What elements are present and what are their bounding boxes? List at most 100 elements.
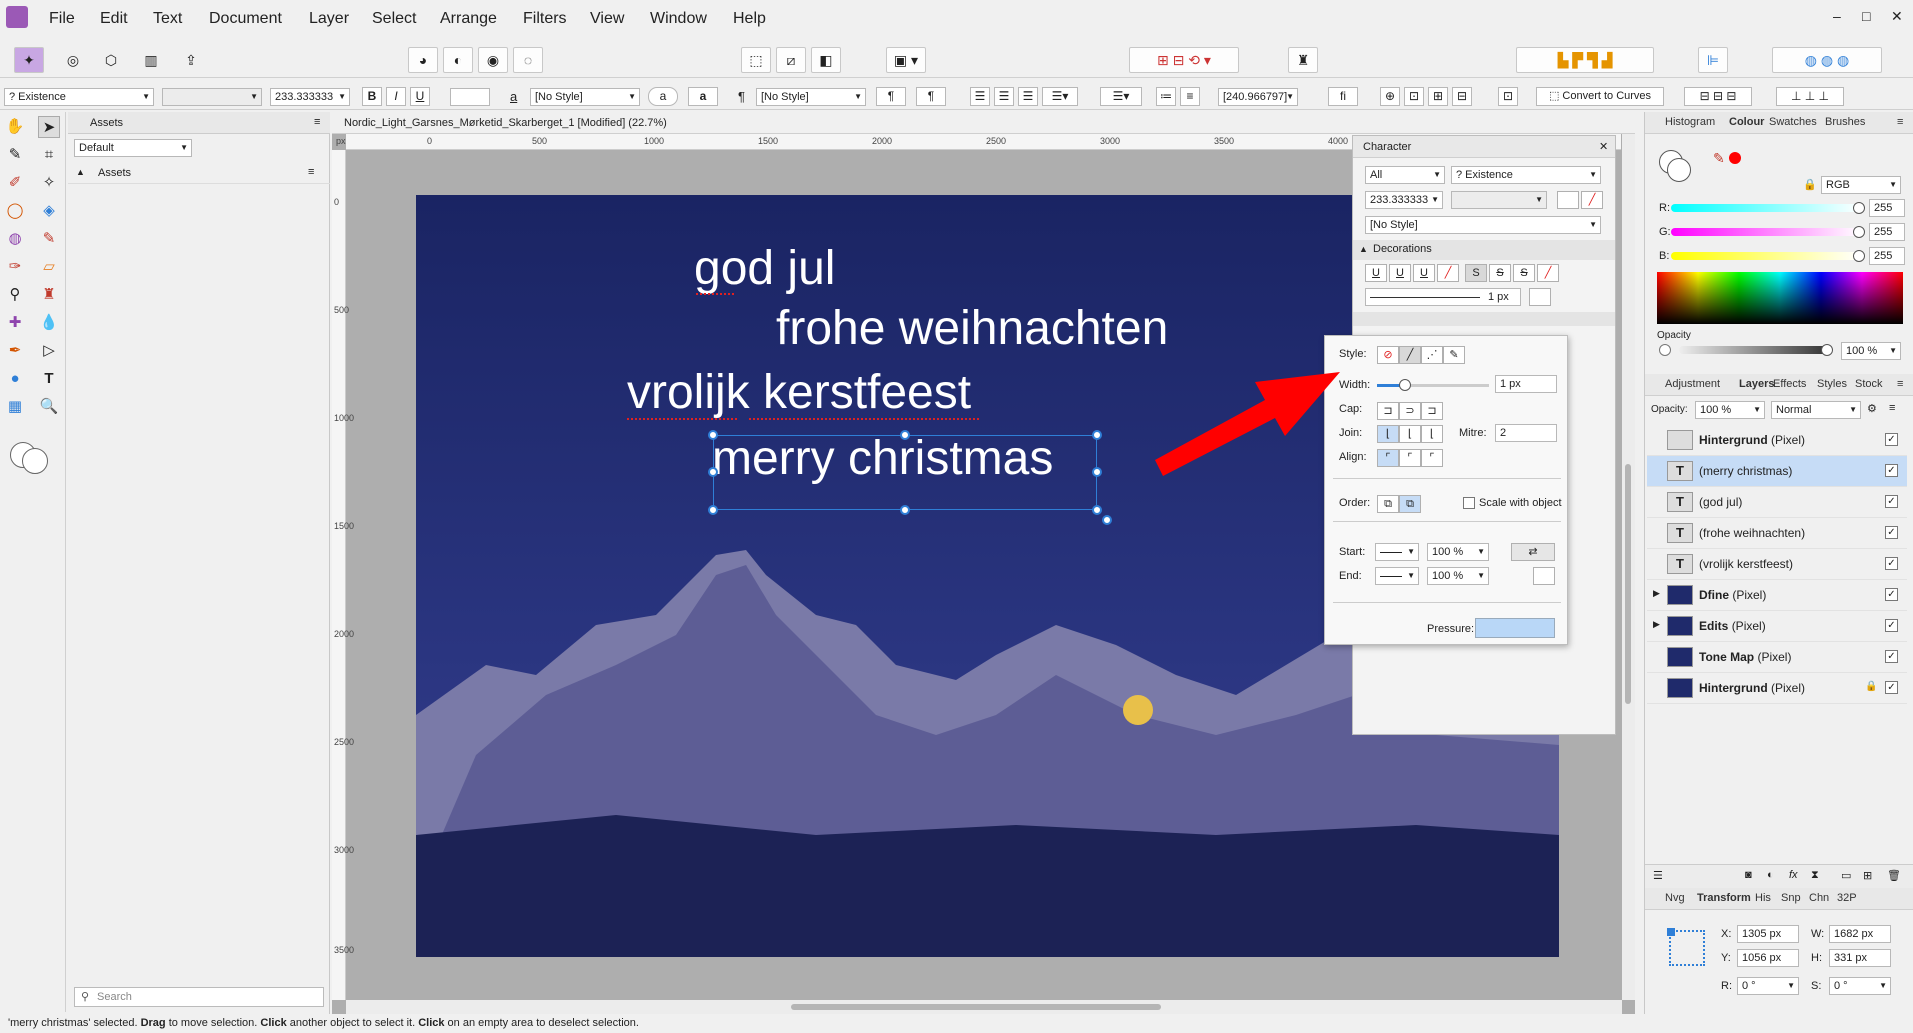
menu-arrange[interactable]: Arrange [440,10,497,28]
arrange-group[interactable]: ▙ ▛ ▜ ▟ [1516,47,1654,73]
strike-double-button[interactable]: S [1489,264,1511,282]
font-size-field[interactable]: 233.333333 ▼ [270,88,350,106]
shear-field[interactable]: 0 ° ▼ [1829,977,1891,995]
decorations-header[interactable]: ▲ Decorations [1353,240,1615,260]
zoom-tool-icon[interactable]: 🔍 [38,396,60,418]
layer-row-god-jul[interactable]: T (god jul) ✓ [1647,487,1907,518]
character-style-dropdown[interactable]: [No Style] ▼ [530,88,640,106]
paragraph-style-dropdown[interactable]: [No Style] ▼ [756,88,866,106]
layer-row-frohe-weihnachten[interactable]: T (frohe weihnachten) ✓ [1647,518,1907,549]
justify-button[interactable]: ☰▾ [1042,87,1078,106]
width-slider-track[interactable] [1377,379,1489,391]
underline-custom-button[interactable]: U [1413,264,1435,282]
tab-transform[interactable]: Transform [1697,892,1751,904]
swap-arrowheads-button[interactable]: ⇄ [1511,543,1555,561]
align-button[interactable]: ⊫ [1698,47,1728,73]
font-family-dropdown[interactable]: ? Existence ▼ [4,88,154,106]
selection-handle[interactable] [708,505,718,515]
auto-colors-button[interactable]: ◉ [478,47,508,73]
auto-white-balance-button[interactable]: ◌ [513,47,543,73]
tab-styles[interactable]: Styles [1817,378,1847,390]
canvas-text-god-jul[interactable]: god jul [694,241,835,296]
strike-single-button[interactable]: S [1465,264,1487,282]
width-slider-knob[interactable] [1399,379,1411,391]
italic-button[interactable]: I [386,87,406,106]
char-fill-swatch[interactable] [1557,191,1579,209]
panel-menu-icon[interactable]: ≡ [1897,116,1903,128]
underline-none-button[interactable]: ╱ [1437,264,1459,282]
paint-brush-tool-icon[interactable]: ✐ [4,172,26,194]
visibility-checkbox[interactable]: ✓ [1885,433,1898,446]
layer-stack-icon[interactable]: ☰ [1653,869,1663,882]
decoration-line-width-field[interactable]: 1 px [1365,288,1521,306]
cap-round-button[interactable]: ⊃ [1399,402,1421,420]
fx-icon[interactable]: fx [1789,869,1798,881]
panel-menu-icon[interactable]: ≡ [314,116,320,128]
color-picker-tool-icon[interactable]: ◍ [4,228,26,250]
expand-arrow-icon[interactable]: ▶ [1653,619,1660,630]
language-dropdown[interactable]: All ▼ [1365,166,1445,184]
color-wells[interactable] [1659,150,1693,184]
tab-channels[interactable]: Chn [1809,892,1829,904]
collapse-icon[interactable]: ▲ [1359,244,1368,254]
photo-persona-button[interactable]: ✦ [14,47,44,73]
y-field[interactable]: 1056 px [1737,949,1799,967]
live-filter-icon[interactable]: ⧗ [1811,869,1819,882]
layer-row-dfine[interactable]: ▶ Dfine (Pixel) ✓ [1647,580,1907,611]
stroke-width-field[interactable]: 1 px [1495,375,1557,393]
color-spectrum[interactable] [1657,272,1903,324]
layer-row-vrolijk-kerstfeest[interactable]: T (vrolijk kerstfeest) ✓ [1647,549,1907,580]
blur-tool-icon[interactable]: 💧 [38,312,60,334]
menu-select[interactable]: Select [372,10,416,28]
char-style-dropdown[interactable]: [No Style] ▼ [1365,216,1601,234]
hand-tool-icon[interactable]: ✋ [4,116,26,138]
auto-levels-button[interactable]: ◕ [408,47,438,73]
snap-button-1[interactable]: ⊕ [1380,87,1400,106]
flood-fill-tool-icon[interactable]: ◈ [38,200,60,222]
invert-selection-button[interactable]: ◧ [811,47,841,73]
tab-32p[interactable]: 32P [1837,892,1857,904]
mask-icon[interactable]: ◙ [1745,869,1752,881]
stroke-none-button[interactable]: ⊘ [1377,346,1399,364]
dodge-tool-icon[interactable]: ✑ [4,256,26,278]
tab-stock[interactable]: Stock [1855,378,1883,390]
layer-row-edits[interactable]: ▶ Edits (Pixel) ✓ [1647,611,1907,642]
stroke-well[interactable] [1667,158,1691,182]
text-fill-swatch[interactable] [450,88,490,106]
h-field[interactable]: 331 px [1829,949,1891,967]
decoration-color-swatch[interactable] [1529,288,1551,306]
horizontal-scrollbar[interactable] [346,1000,1622,1014]
tab-effects[interactable]: Effects [1773,378,1806,390]
pressure-curve-button[interactable] [1475,618,1555,638]
rotation-field[interactable]: 0 ° ▼ [1737,977,1799,995]
maximize-button[interactable]: □ [1862,8,1870,24]
adjustment-icon[interactable]: ◐ [1767,869,1774,881]
strike-custom-button[interactable]: S [1513,264,1535,282]
crop-tool-icon[interactable]: ⌗ [38,144,60,166]
x-field[interactable]: 1305 px [1737,925,1799,943]
layer-row-tone-map[interactable]: Tone Map (Pixel) ✓ [1647,642,1907,673]
trash-icon[interactable]: 🗑 [1887,869,1901,882]
selection-brush-tool-icon[interactable]: ✧ [38,172,60,194]
ligatures-button[interactable]: fi [1328,87,1358,106]
menu-help[interactable]: Help [733,10,766,28]
eraser-tool-icon[interactable]: ▱ [38,256,60,278]
selection-handle[interactable] [708,430,718,440]
anchor-selector[interactable] [1667,928,1705,966]
shape-tool-icon[interactable]: ● [4,368,26,390]
assets-search-input[interactable]: ⚲ Search [74,987,324,1007]
quick-mask-button[interactable]: ▣ ▾ [886,47,926,73]
deselect-button[interactable]: ⧄ [776,47,806,73]
tab-navigator[interactable]: Nvg [1665,892,1685,904]
tab-histogram[interactable]: Histogram [1665,116,1715,128]
visibility-checkbox[interactable]: ✓ [1885,526,1898,539]
tab-history[interactable]: His [1755,892,1771,904]
stroke-color-well[interactable] [22,448,48,474]
cap-butt-button[interactable]: ⊐ [1377,402,1399,420]
align-right-button[interactable]: ☰ [1018,87,1038,106]
b-slider[interactable] [1671,252,1861,260]
visibility-checkbox[interactable]: ✓ [1885,588,1898,601]
mesh-tool-icon[interactable]: ▦ [4,396,26,418]
lasso-tool-icon[interactable]: ◯ [4,200,26,222]
snap-button-2[interactable]: ⊡ [1404,87,1424,106]
